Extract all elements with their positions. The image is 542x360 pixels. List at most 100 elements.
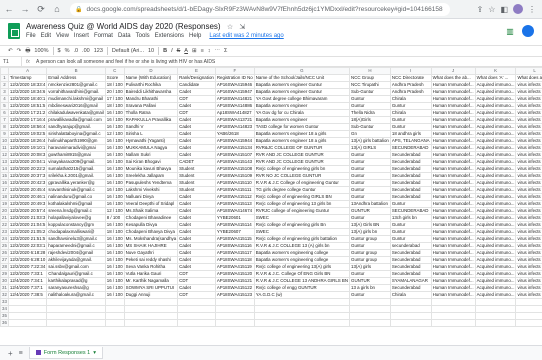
table-cell[interactable]: AP18SWA415113: [214, 200, 255, 208]
table-cell[interactable]: [123, 298, 179, 306]
table-cell[interactable]: Acquired immuno...: [474, 144, 517, 152]
table-cell[interactable]: [177, 305, 216, 313]
table-cell[interactable]: mudimanchi.lakshmi@gmail: [46, 95, 106, 103]
percent-icon[interactable]: %: [65, 48, 70, 54]
profile-avatar[interactable]: [513, 4, 523, 14]
spreadsheet-grid[interactable]: ABCDEFGHIJKLM 1TimestampEmail AddressSco…: [0, 67, 542, 345]
table-cell[interactable]: Acquired immuno...: [474, 123, 517, 131]
column-header-b[interactable]: B: [46, 67, 106, 75]
table-cell[interactable]: Cadet: [177, 102, 216, 110]
table-cell[interactable]: 12/4/2020 7:38:5: [7, 291, 48, 299]
table-cell[interactable]: [7, 305, 48, 313]
table-cell[interactable]: Bapatla women's engineer: [253, 102, 351, 110]
table-cell[interactable]: MS SHAIK HAJIHRE: [123, 242, 179, 250]
table-cell[interactable]: Acquired immuno...: [474, 256, 517, 264]
table-cell[interactable]: [515, 312, 542, 320]
table-cell[interactable]: [177, 298, 216, 306]
column-header-j[interactable]: J: [430, 67, 476, 75]
menu-data[interactable]: Data: [118, 33, 131, 39]
table-cell[interactable]: [349, 298, 391, 306]
star-doc-icon[interactable]: ☆: [227, 23, 233, 31]
table-cell[interactable]: AP18SWA415119: [214, 263, 255, 271]
table-cell[interactable]: AP18SWA415120: [214, 270, 255, 278]
table-cell[interactable]: vinayakarao209@gmail.: [46, 158, 106, 166]
formula-input[interactable]: A person can look all someone and feel i…: [34, 59, 215, 65]
table-cell[interactable]: nalithaloakura@gmail.c: [46, 291, 106, 299]
extension-icon[interactable]: ◧: [500, 5, 508, 14]
table-cell[interactable]: Guntur: [349, 158, 391, 166]
row-number[interactable]: 30: [0, 277, 9, 285]
table-cell[interactable]: 16 / 100: [104, 109, 125, 117]
table-cell[interactable]: Sreelekha Jallapam: [123, 172, 179, 180]
table-cell[interactable]: SOWMYA SRI UPPUTUI: [123, 284, 179, 292]
table-cell[interactable]: virus infects the...: [515, 291, 542, 299]
more-toolbar-icon[interactable]: ⋯: [215, 48, 221, 54]
table-cell[interactable]: virus infects the...: [515, 165, 542, 173]
table-cell[interactable]: chodapalaxmalliswari@: [46, 228, 106, 236]
address-bar[interactable]: 🔒 docs.google.com/spreadsheets/d/1-bEDag…: [70, 2, 450, 16]
add-sheet-icon[interactable]: +: [8, 349, 13, 358]
table-cell[interactable]: 16 / 100: [104, 193, 125, 201]
table-cell[interactable]: 12/2/2020 20:49:3: [7, 200, 48, 208]
table-cell[interactable]: 16 / 100: [104, 235, 125, 243]
table-cell[interactable]: nalinanduru@gmail.co: [46, 193, 106, 201]
row-number[interactable]: 2: [0, 81, 9, 89]
table-cell[interactable]: Acquired immuno...: [474, 95, 517, 103]
table-cell[interactable]: [104, 298, 125, 306]
table-cell[interactable]: 16 / 100: [104, 179, 125, 187]
table-cell[interactable]: Kesapulla Divya: [123, 221, 179, 229]
table-cell[interactable]: Human Immunodef...: [430, 277, 476, 285]
decrease-decimal-icon[interactable]: .0: [73, 48, 78, 54]
row-number[interactable]: 13: [0, 158, 9, 166]
table-cell[interactable]: R.V.R & J.C College of engineering Guntu…: [253, 179, 351, 187]
table-cell[interactable]: [214, 312, 255, 320]
table-cell[interactable]: Human Immunodef...: [430, 249, 476, 257]
table-cell[interactable]: Human Immunodef...: [430, 235, 476, 243]
move-doc-icon[interactable]: ⇲: [239, 23, 245, 31]
table-cell[interactable]: SECUNDERABAD: [389, 207, 432, 215]
table-cell[interactable]: sandhavsinelu3@gmail.c: [46, 235, 106, 243]
table-cell[interactable]: 16 / 100: [104, 284, 125, 292]
table-cell[interactable]: Guntur: [389, 116, 432, 124]
select-all-corner[interactable]: [0, 67, 9, 75]
table-cell[interactable]: CDT: [177, 291, 216, 299]
table-cell[interactable]: Acquired immuno...: [474, 88, 517, 96]
table-cell[interactable]: virus infects the...: [515, 186, 542, 194]
table-cell[interactable]: 13ch girls bn: [389, 214, 432, 222]
table-cell[interactable]: virus infects the...: [515, 249, 542, 257]
table-cell[interactable]: Vutla Harika Gauri: [123, 270, 179, 278]
row-number[interactable]: 4: [0, 95, 9, 103]
last-edit-link[interactable]: Last edit was 2 minutes ago: [209, 33, 283, 39]
table-cell[interactable]: Cadet: [177, 130, 216, 138]
table-cell[interactable]: [349, 312, 391, 320]
table-cell[interactable]: Human Immunodef...: [430, 270, 476, 278]
sheet-tab-form-responses[interactable]: Form Responses 1 ▾: [28, 347, 103, 359]
table-cell[interactable]: Cadet: [177, 221, 216, 229]
column-title-cell[interactable]: Timestamp: [7, 74, 48, 82]
table-cell[interactable]: Chirala: [389, 95, 432, 103]
font-select[interactable]: Default (Ari...: [112, 48, 144, 54]
table-cell[interactable]: 8 / 100: [104, 214, 125, 222]
column-title-cell[interactable]: Name of the School/Jails/NCC Unit: [253, 74, 351, 82]
table-cell[interactable]: [104, 305, 125, 313]
menu-insert[interactable]: Insert: [74, 33, 89, 39]
table-cell[interactable]: Cadet: [177, 263, 216, 271]
column-header-d[interactable]: D: [123, 67, 179, 75]
table-cell[interactable]: 12/2/2020 17:16:4: [7, 116, 48, 124]
table-cell[interactable]: Mr. Karthik Nagamalla: [123, 277, 179, 285]
table-cell[interactable]: Acquired immuno...: [474, 137, 517, 145]
table-cell[interactable]: 12/2/2020 6:18:28: [7, 249, 48, 257]
cell-reference[interactable]: T1: [0, 56, 22, 67]
table-cell[interactable]: Sandhi V: [123, 123, 179, 131]
chart-icon[interactable]: ▥: [503, 25, 517, 37]
table-cell[interactable]: Rvrjc college of engineering GIRLS BN: [253, 193, 351, 201]
menu-file[interactable]: File: [26, 33, 36, 39]
table-cell[interactable]: AP18SWA415123: [214, 291, 255, 299]
table-cell[interactable]: CDT: [177, 109, 216, 117]
table-cell[interactable]: Acquired immuno...: [474, 284, 517, 292]
table-cell[interactable]: Secunderabad: [389, 151, 432, 159]
table-cell[interactable]: [430, 312, 476, 320]
table-cell[interactable]: [214, 305, 255, 313]
font-size-select[interactable]: 10: [148, 48, 154, 54]
table-cell[interactable]: 12/2/2020 20:42:3: [7, 179, 48, 187]
